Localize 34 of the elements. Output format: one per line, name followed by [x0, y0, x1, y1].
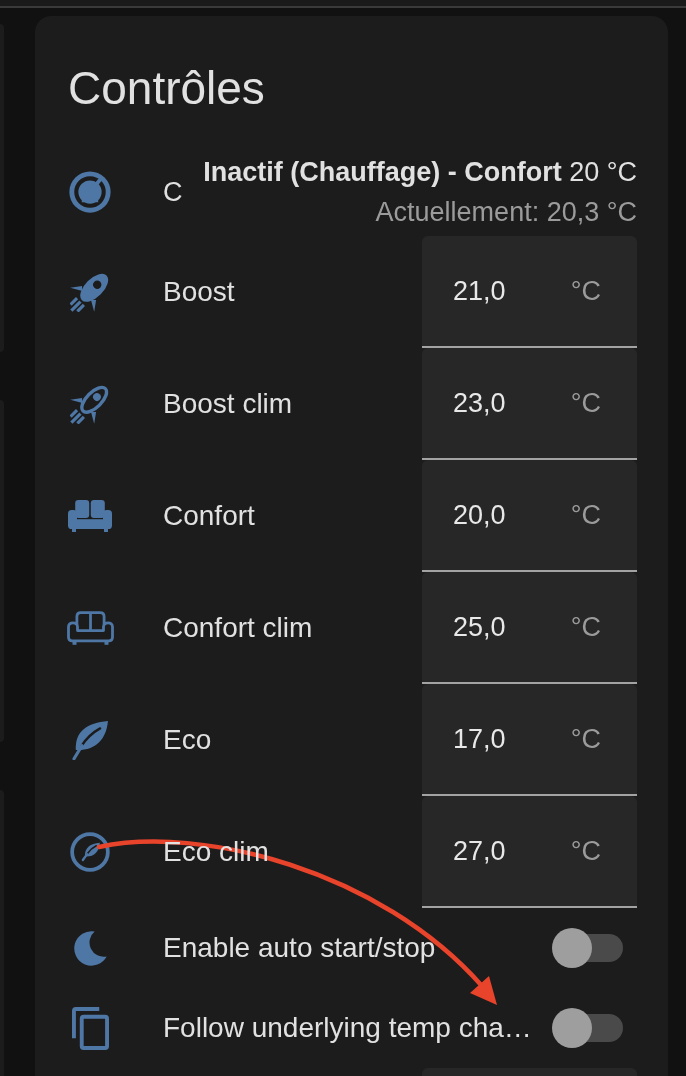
- row-label: Boost: [163, 275, 235, 309]
- unit-label: °C: [570, 274, 601, 308]
- unit-label: °C: [570, 722, 601, 756]
- card-title: Contrôles: [68, 61, 266, 116]
- unit-label: °C: [570, 610, 601, 644]
- number-field[interactable]: 21,0 °C: [422, 236, 637, 348]
- toggle-switch[interactable]: [552, 928, 623, 968]
- number-field[interactable]: 20,0 °C: [422, 460, 637, 572]
- row-label: Confort clim: [163, 611, 313, 645]
- entity-name[interactable]: C: [163, 172, 183, 212]
- row-label: Follow underlying temp cha…: [163, 1011, 532, 1045]
- number-field[interactable]: 23,0 °C: [422, 348, 637, 460]
- copy-icon: [71, 1006, 109, 1050]
- rocket-icon: [70, 272, 110, 312]
- number-field[interactable]: 27,0 °C: [422, 796, 637, 908]
- leaf-circle-icon: [70, 832, 110, 872]
- state-text: Inactif (Chauffage) - Confort 20 °C: [203, 156, 637, 189]
- rocket-outline-icon: [70, 384, 110, 424]
- sofa-icon: [68, 500, 112, 532]
- row-label: Boost clim: [163, 387, 293, 421]
- leaf-icon: [70, 720, 110, 760]
- thermostat-icon: [69, 171, 111, 213]
- current-temperature: Actuellement: 20,3 °C: [375, 196, 637, 229]
- unit-label: °C: [570, 498, 601, 532]
- sofa-outline-icon: [66, 611, 114, 645]
- row-label: Confort: [163, 499, 255, 533]
- row-label: Enable auto start/stop: [163, 931, 436, 965]
- number-field[interactable]: 25,0 °C: [422, 572, 637, 684]
- toggle-switch[interactable]: [552, 1008, 623, 1048]
- crescent-moon-icon: [73, 930, 107, 966]
- unit-label: °C: [570, 386, 601, 420]
- unit-label: °C: [570, 834, 601, 868]
- number-field[interactable]: 17,0 °C: [422, 684, 637, 796]
- row-label: Eco: [163, 723, 212, 757]
